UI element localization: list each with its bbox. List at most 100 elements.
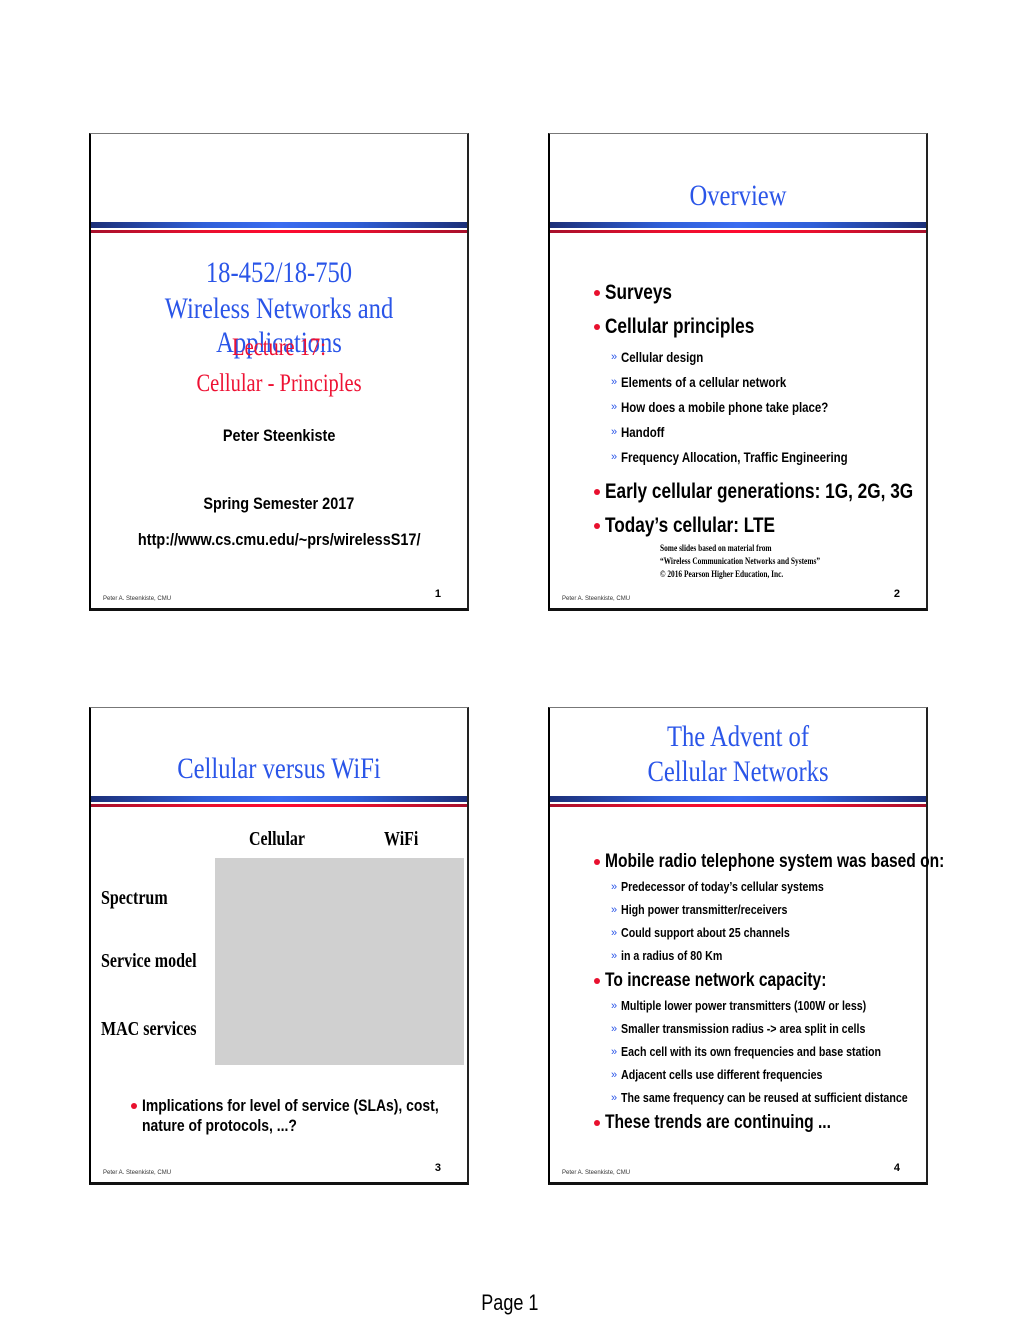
chevron-right-icon: » (611, 450, 618, 463)
sub-bullet-item: » Multiple lower power transmitters (100W… (594, 994, 1019, 1017)
comparison-table-body (215, 858, 464, 1065)
bullet-dot-icon (594, 324, 600, 330)
slide-title-line-1: The Advent of (666, 720, 810, 753)
bullet-dot-icon (131, 1103, 137, 1109)
bullet-item: Cellular principles (594, 310, 981, 344)
semester: Spring Semester 2017 (203, 494, 355, 513)
bullet-dot-icon (594, 489, 600, 495)
sub-bullet-item: » Frequency Allocation, Traffic Engineeri… (594, 444, 981, 469)
row-label-mac-services: MAC services (101, 1018, 197, 1040)
chevron-right-icon: » (611, 1091, 618, 1104)
bullet-text: Today’s cellular: LTE (605, 514, 776, 537)
column-header-cellular: Cellular (249, 828, 305, 850)
credit-line: “Wireless Communication Networks and Sys… (660, 556, 821, 566)
slide-number: 4 (893, 1162, 900, 1174)
bullet-item: Today’s cellular: LTE (594, 509, 981, 543)
slide-title: Overview (689, 179, 787, 212)
sub-bullet-item: » Elements of a cellular network (594, 369, 981, 394)
row-label-spectrum: Spectrum (101, 887, 168, 909)
slide-title-line-2: Cellular Networks (647, 755, 829, 788)
sub-bullet-item: » in a radius of 80 Km (594, 944, 1019, 967)
sub-bullet-text: How does a mobile phone take place? (621, 398, 829, 415)
bullet-text: Mobile radio telephone system was based … (605, 850, 945, 872)
slide-number: 2 (893, 588, 900, 600)
bullet-item: Surveys (594, 276, 981, 310)
sub-bullet-item: » The same frequency can be reused at suf… (594, 1086, 1019, 1109)
sub-bullet-text: Frequency Allocation, Traffic Engineerin… (621, 448, 848, 465)
chevron-right-icon: » (611, 1045, 618, 1058)
sub-bullet-item: » Handoff (594, 419, 981, 444)
sub-bullet-item: » How does a mobile phone take place? (594, 394, 981, 419)
bullet-text: nature of protocols, ...? (142, 1116, 297, 1135)
sub-bullet-item: » High power transmitter/receivers (594, 898, 1019, 921)
bullet-text: Early cellular generations: 1G, 2G, 3G (605, 480, 914, 503)
chevron-right-icon: » (611, 949, 618, 962)
slide-footer-author: Peter A. Steenkiste, CMU (562, 1170, 631, 1176)
sub-bullet-text: in a radius of 80 Km (621, 948, 723, 963)
course-url[interactable]: http://www.cs.cmu.edu/~prs/wirelessS17/ (91, 530, 467, 550)
sub-bullet-item: » Predecessor of today’s cellular systems (594, 875, 1019, 898)
chevron-right-icon: » (611, 400, 618, 413)
course-number: 18-452/18-750 (205, 256, 353, 289)
sub-bullet-item: » Each cell with its own frequencies and … (594, 1040, 1019, 1063)
chevron-right-icon: » (611, 903, 618, 916)
bullet-text: These trends are continuing ... (605, 1111, 831, 1133)
bullet-list: Surveys Cellular principles» Cellular desi… (594, 276, 981, 543)
slide-1: 18-452/18-750 Wireless Networks and Appl… (89, 133, 469, 611)
sub-bullet-text: Adjacent cells use different frequencies (621, 1067, 823, 1082)
sub-bullet-text: Elements of a cellular network (621, 373, 787, 390)
bullet-dot-icon (594, 290, 600, 296)
row-label-service-model: Service model (101, 950, 197, 972)
implications-bullet: Implications for level of service (SLAs)… (131, 1096, 504, 1136)
slide-number: 3 (434, 1162, 441, 1174)
column-header-wifi: WiFi (384, 828, 419, 850)
sub-bullet-text: Each cell with its own frequencies and b… (621, 1044, 882, 1059)
slide-footer-author: Peter A. Steenkiste, CMU (562, 596, 631, 602)
page-number-label: Page 1 (481, 1290, 539, 1315)
credit-line: Some slides based on material from (660, 543, 772, 553)
title-divider-stripe (550, 222, 926, 234)
slide-number: 1 (434, 588, 441, 600)
sub-bullet-text: Predecessor of today’s cellular systems (621, 879, 824, 894)
chevron-right-icon: » (611, 926, 618, 939)
chevron-right-icon: » (611, 350, 618, 363)
author: Peter Steenkiste (222, 426, 336, 445)
sub-bullet-text: Multiple lower power transmitters (100W … (621, 998, 867, 1013)
sub-bullet-text: Handoff (621, 423, 665, 440)
slide-4: The Advent of Cellular Networks Mobile r… (548, 707, 944, 1185)
lecture-number: Lecture 17: (232, 334, 326, 361)
bullet-dot-icon (594, 977, 600, 984)
bullet-text: Cellular principles (605, 315, 755, 338)
bullet-dot-icon (594, 1119, 600, 1126)
sub-bullet-item: » Could support about 25 channels (594, 921, 1019, 944)
bullet-text: Surveys (605, 281, 673, 304)
bullet-item: To increase network capacity: (594, 967, 1019, 994)
sub-bullet-text: The same frequency can be reused at suff… (621, 1090, 908, 1105)
chevron-right-icon: » (611, 1022, 618, 1035)
bullet-item: Early cellular generations: 1G, 2G, 3G (594, 475, 981, 509)
bullet-item: Mobile radio telephone system was based … (594, 848, 1019, 875)
sub-bullet-text: High power transmitter/receivers (621, 902, 788, 917)
bullet-dot-icon (594, 858, 600, 865)
lecture-topic: Cellular - Principles (196, 370, 362, 397)
bullet-list: Mobile radio telephone system was based … (594, 848, 1019, 1136)
title-divider-stripe (550, 796, 926, 808)
chevron-right-icon: » (611, 999, 618, 1012)
sub-bullet-text: Cellular design (621, 348, 704, 365)
sub-bullet-item: » Cellular design (594, 344, 981, 369)
slide-3: Cellular versus WiFi Cellular WiFi Spect… (89, 707, 469, 1185)
sub-bullet-item: » Smaller transmission radius -> area spl… (594, 1017, 1019, 1040)
sub-bullet-text: Could support about 25 channels (621, 925, 790, 940)
title-divider-stripe (91, 796, 467, 808)
sub-bullet-text: Smaller transmission radius -> area spli… (621, 1021, 866, 1036)
bullet-text: To increase network capacity: (605, 969, 827, 991)
chevron-right-icon: » (611, 425, 618, 438)
chevron-right-icon: » (611, 1068, 618, 1081)
slide-title: Cellular versus WiFi (177, 752, 381, 785)
bullet-item: These trends are continuing ... (594, 1109, 1019, 1136)
bullet-text: Implications for level of service (SLAs)… (142, 1096, 439, 1115)
sub-bullet-item: » Adjacent cells use different frequencie… (594, 1063, 1019, 1086)
bullet-dot-icon (594, 523, 600, 529)
chevron-right-icon: » (611, 375, 618, 388)
credit-line: © 2016 Pearson Higher Education, Inc. (660, 569, 784, 579)
